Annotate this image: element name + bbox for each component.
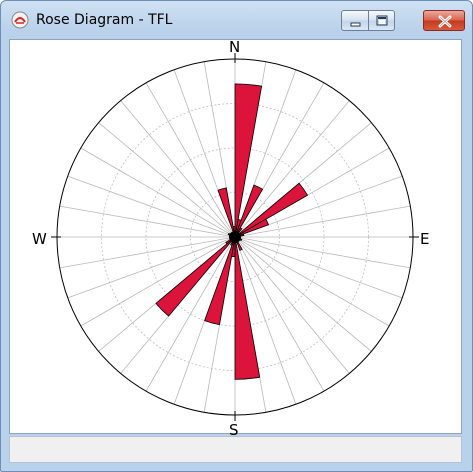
- rose-diagram-app-icon: [11, 11, 29, 29]
- close-button[interactable]: [423, 10, 465, 31]
- compass-label-east: E: [420, 230, 430, 248]
- close-icon: [438, 15, 452, 28]
- plot-area: N E S W: [9, 38, 462, 438]
- title-bar[interactable]: Rose Diagram - TFL: [1, 1, 472, 39]
- minimize-button[interactable]: [341, 10, 369, 31]
- compass-label-north: N: [229, 38, 241, 56]
- center-hub: [229, 231, 241, 243]
- rose-diagram-chart: [51, 53, 419, 421]
- maximize-icon: [376, 15, 388, 26]
- window-title: Rose Diagram - TFL: [36, 12, 173, 28]
- rose-diagram-window: Rose Diagram - TFL N E S W: [0, 0, 473, 472]
- minimize-icon: [350, 22, 361, 27]
- compass-label-west: W: [32, 230, 47, 248]
- maximize-button[interactable]: [369, 10, 395, 31]
- status-bar: [9, 436, 462, 463]
